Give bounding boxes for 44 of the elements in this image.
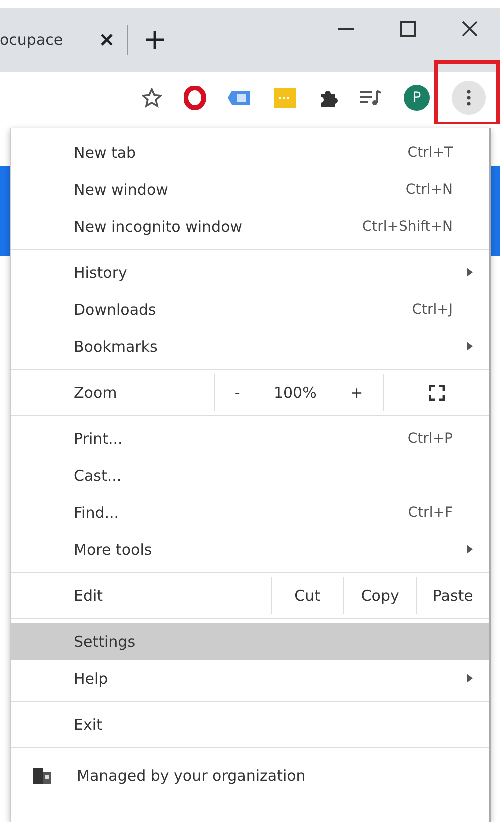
minimize-icon[interactable]: [338, 28, 354, 30]
menu-item[interactable]: Bookmarks: [11, 328, 489, 365]
shortcut-label: Ctrl+Shift+N: [362, 218, 453, 234]
menu-item[interactable]: New window Ctrl+N: [11, 171, 489, 208]
close-icon[interactable]: [462, 21, 478, 37]
ring-icon[interactable]: [184, 86, 206, 110]
puzzle-icon[interactable]: [318, 88, 338, 108]
zoom-level: 100%: [274, 384, 317, 402]
edit-action-button[interactable]: Paste: [416, 577, 490, 614]
shortcut-label: Ctrl+T: [408, 144, 453, 160]
shortcut-label: Ctrl+J: [412, 302, 453, 318]
shortcut-label: Ctrl+N: [406, 182, 453, 198]
menu-item[interactable]: Help: [11, 660, 489, 697]
menu-item[interactable]: Find... Ctrl+F: [11, 494, 489, 531]
edit-action-button[interactable]: Cut: [270, 577, 344, 614]
menu-item[interactable]: More tools: [11, 531, 489, 568]
zoom-out-button[interactable]: -: [228, 384, 246, 402]
more-menu-button[interactable]: [452, 81, 486, 115]
building-icon: [33, 768, 51, 784]
playlist-icon[interactable]: [360, 89, 382, 107]
close-icon[interactable]: [101, 34, 114, 46]
menu-label: Edit: [74, 586, 104, 604]
maximize-icon[interactable]: [400, 21, 416, 37]
star-icon[interactable]: [142, 88, 162, 108]
menu-item[interactable]: New tab Ctrl+T: [11, 134, 489, 171]
managed-notice: Managed by your organization: [77, 767, 306, 785]
menu-item[interactable]: Downloads Ctrl+J: [11, 291, 489, 328]
zoom-in-button[interactable]: +: [344, 384, 370, 402]
menu-item[interactable]: Cast...: [11, 457, 489, 494]
menu-item[interactable]: Print... Ctrl+P: [11, 420, 489, 457]
new-tab-icon[interactable]: [146, 31, 164, 49]
tab-title[interactable]: ocupace: [0, 31, 64, 49]
shortcut-label: Ctrl+F: [408, 504, 453, 520]
profile-avatar[interactable]: P: [404, 85, 430, 111]
more-vertical-icon: [467, 90, 471, 106]
menu-item[interactable]: History: [11, 254, 489, 291]
menu-item[interactable]: New incognito window Ctrl+Shift+N: [11, 208, 489, 245]
edit-action-button[interactable]: Copy: [343, 577, 416, 614]
fullscreen-icon: [428, 384, 444, 400]
tag-icon[interactable]: [228, 89, 252, 107]
menu-item[interactable]: Exit: [11, 706, 489, 743]
shortcut-label: Ctrl+P: [408, 430, 453, 446]
menu-item[interactable]: Settings: [11, 623, 489, 660]
menu-label: Zoom: [74, 384, 118, 402]
